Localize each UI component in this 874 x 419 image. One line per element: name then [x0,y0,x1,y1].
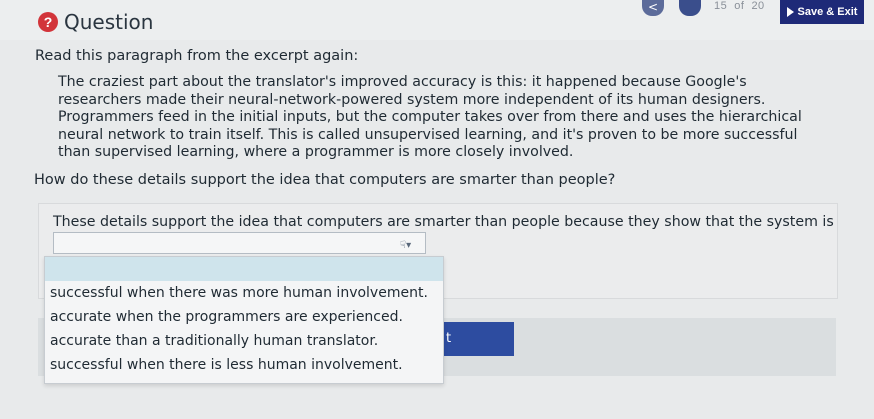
question-icon: ? [38,12,58,32]
dropdown-option[interactable]: successful when there is less human invo… [45,353,443,377]
dropdown-highlight-row[interactable] [45,257,443,281]
dropdown-option[interactable]: accurate when the programmers are experi… [45,305,443,329]
pointer-cursor-icon: ☟▾ [400,240,412,251]
save-exit-button[interactable]: Save & Exit [780,0,864,24]
dropdown-option[interactable]: successful when there was more human inv… [45,281,443,305]
dropdown-options-list: successful when there was more human inv… [44,256,444,384]
question-prompt: How do these details support the idea th… [34,172,616,188]
page-title: Question [64,10,154,34]
save-exit-label: Save & Exit [797,6,858,18]
question-counter: 15 of 20 [714,0,772,12]
dropdown-option[interactable]: accurate than a traditionally human tran… [45,329,443,353]
excerpt-paragraph: The craziest part about the translator's… [58,74,802,160]
chevron-left-icon: < [647,0,659,14]
counter-of: of [734,0,745,12]
instruction-text: Read this paragraph from the excerpt aga… [35,48,359,64]
submit-button-label: t [446,331,452,346]
counter-total: 20 [751,0,765,12]
answer-dropdown[interactable] [53,232,426,254]
exit-icon [786,7,794,17]
counter-current: 15 [714,0,728,12]
